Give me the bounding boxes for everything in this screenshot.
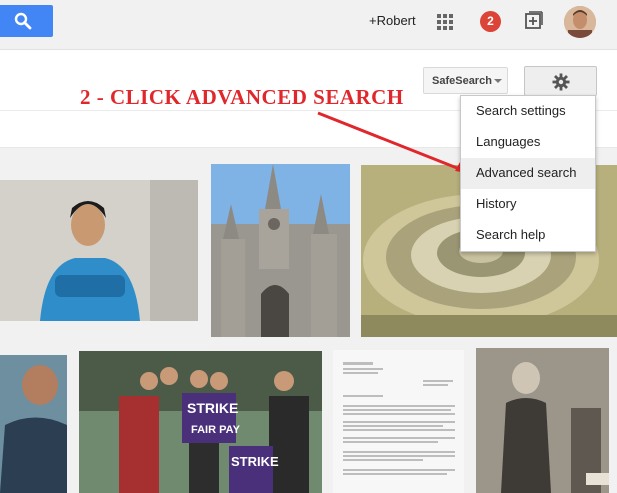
menu-item-search-settings[interactable]: Search settings <box>461 96 595 127</box>
chevron-down-icon <box>494 79 502 83</box>
image-result[interactable] <box>476 348 609 493</box>
gear-icon <box>552 73 570 91</box>
image-result[interactable] <box>333 350 464 493</box>
tutorial-annotation: 2 - CLICK ADVANCED SEARCH <box>80 85 404 109</box>
menu-item-languages[interactable]: Languages <box>461 127 595 158</box>
search-icon <box>14 12 32 30</box>
menu-item-history[interactable]: History <box>461 189 595 220</box>
image-result[interactable] <box>211 164 350 337</box>
svg-text:STRIKE: STRIKE <box>231 454 279 469</box>
avatar[interactable] <box>564 6 596 38</box>
menu-item-label: History <box>476 196 517 211</box>
settings-menu: Search settings Languages Advanced searc… <box>460 95 596 252</box>
settings-gear-button[interactable] <box>524 66 597 96</box>
image-result[interactable] <box>0 180 198 321</box>
user-profile-link[interactable]: +Robert <box>369 13 416 28</box>
svg-text:STRIKE: STRIKE <box>187 400 238 416</box>
image-result[interactable] <box>0 355 67 493</box>
menu-item-advanced-search[interactable]: Advanced search <box>461 158 595 189</box>
top-bar: +Robert 2 <box>0 0 617 50</box>
menu-item-label: Search settings <box>476 103 566 118</box>
safesearch-label: SafeSearch <box>432 75 492 87</box>
safesearch-dropdown[interactable]: SafeSearch <box>423 67 508 94</box>
menu-item-search-help[interactable]: Search help <box>461 220 595 251</box>
image-result[interactable]: STRIKE FAIR PAY STRIKE <box>79 351 322 493</box>
svg-text:FAIR PAY: FAIR PAY <box>191 424 241 436</box>
menu-item-label: Languages <box>476 134 541 149</box>
share-plus-icon[interactable] <box>525 11 543 29</box>
notification-badge[interactable]: 2 <box>480 11 501 32</box>
search-button[interactable] <box>0 5 53 37</box>
menu-item-label: Search help <box>476 227 546 242</box>
apps-grid-icon[interactable] <box>437 14 454 31</box>
menu-item-label: Advanced search <box>476 165 577 180</box>
